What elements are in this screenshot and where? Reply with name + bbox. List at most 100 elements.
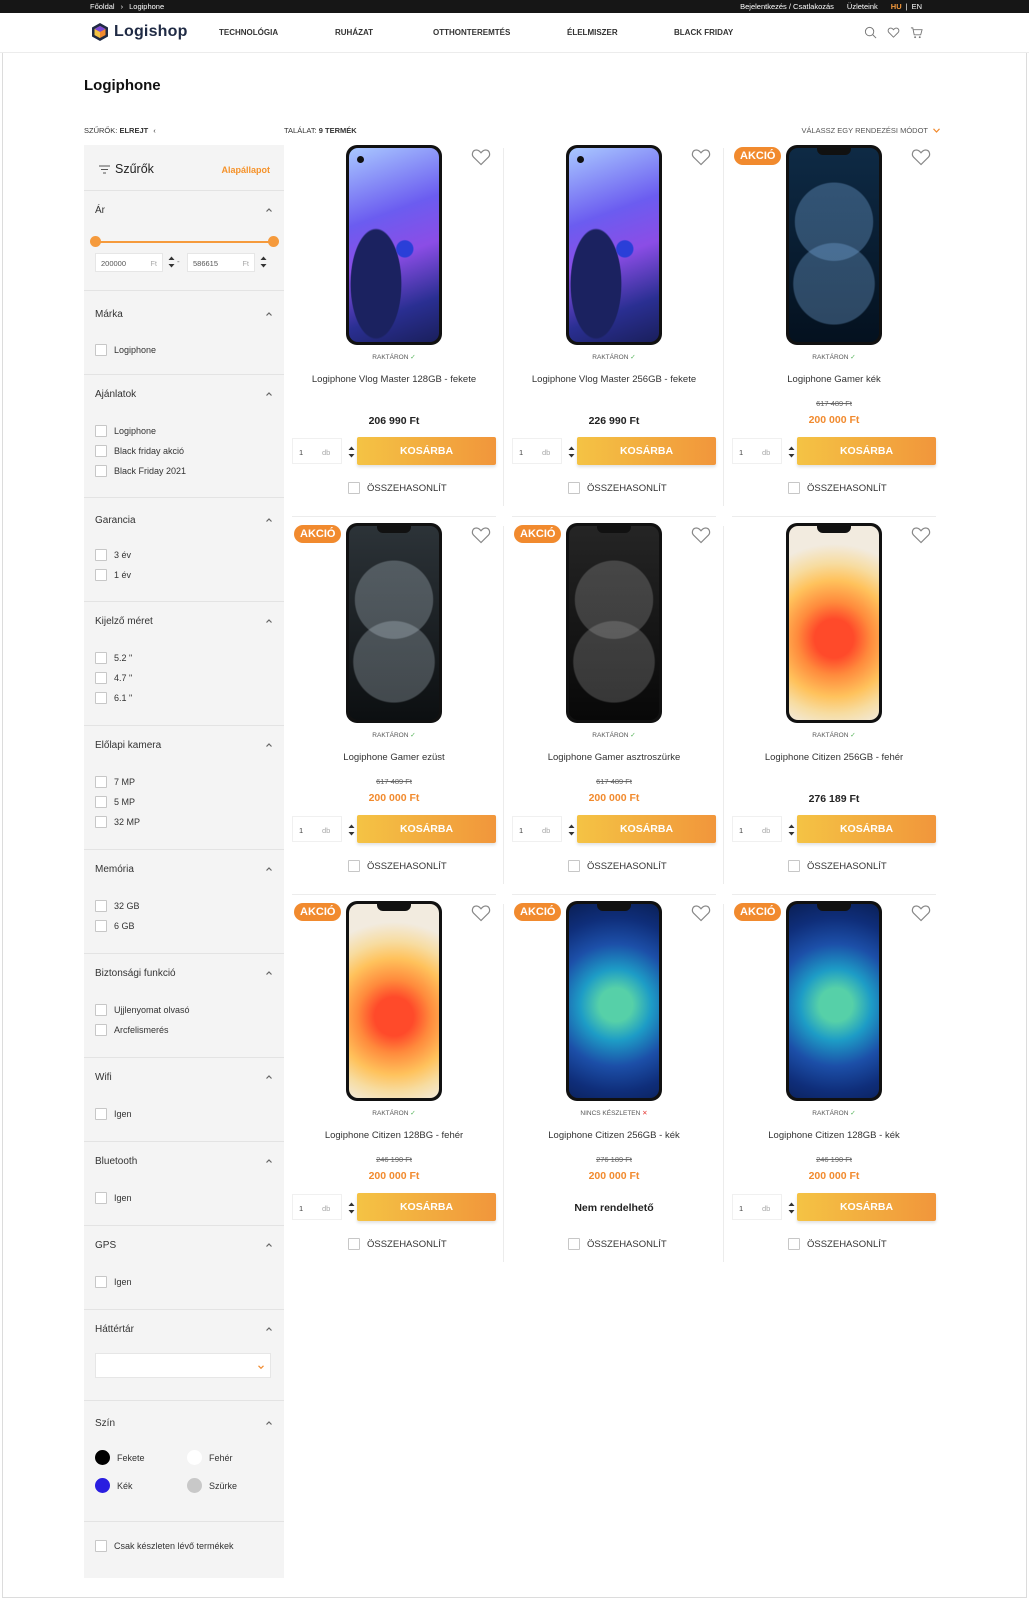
checkbox[interactable] (95, 1540, 107, 1552)
checkbox[interactable] (95, 549, 107, 561)
lang-en[interactable]: EN (912, 2, 922, 11)
price-min-input[interactable]: 200000 Ft (95, 253, 163, 272)
product-image[interactable] (566, 901, 662, 1101)
filter-option[interactable]: 3 év (95, 549, 131, 561)
checkbox[interactable] (788, 1238, 800, 1250)
compare-toggle[interactable]: ÖSSZEHASONLÍT (348, 1238, 447, 1250)
cart-icon[interactable] (910, 26, 923, 39)
heart-icon[interactable] (691, 148, 711, 166)
checkbox[interactable] (95, 692, 107, 704)
filter-option[interactable]: Arcfelismerés (95, 1024, 169, 1036)
breadcrumb-home[interactable]: Főoldal (90, 2, 115, 11)
filter-camera-title[interactable]: Előlapi kamera (95, 740, 161, 751)
quantity-input[interactable]: 1 db (512, 438, 575, 464)
checkbox[interactable] (95, 445, 107, 457)
filter-price-title[interactable]: Ár (95, 205, 105, 216)
checkbox[interactable] (95, 1192, 107, 1204)
quantity-input[interactable]: 1 db (732, 438, 795, 464)
chevron-up-icon[interactable] (265, 865, 273, 873)
filter-color-title[interactable]: Szín (95, 1418, 115, 1429)
heart-icon[interactable] (471, 904, 491, 922)
product-name[interactable]: Logiphone Gamer kék (724, 374, 944, 385)
filter-offers-title[interactable]: Ajánlatok (95, 389, 136, 400)
quantity-input[interactable]: 1 db (292, 816, 355, 842)
checkbox[interactable] (788, 860, 800, 872)
add-to-cart-button[interactable]: KOSÁRBA (797, 1193, 936, 1221)
quantity-input[interactable]: 1 db (732, 816, 795, 842)
product-name[interactable]: Logiphone Citizen 256GB - kék (504, 1130, 724, 1141)
checkbox[interactable] (788, 482, 800, 494)
add-to-cart-button[interactable]: KOSÁRBA (797, 815, 936, 843)
compare-toggle[interactable]: ÖSSZEHASONLÍT (788, 1238, 887, 1250)
product-image[interactable] (346, 523, 442, 723)
product-card[interactable]: AKCIÓ RAKTÁRON ✓ Logiphone Gamer ezüst 6… (284, 516, 504, 895)
chevron-up-icon[interactable] (265, 516, 273, 524)
login-link[interactable]: Bejelentkezés / Csatlakozás (740, 2, 834, 11)
checkbox[interactable] (95, 569, 107, 581)
product-name[interactable]: Logiphone Vlog Master 256GB - fekete (504, 374, 724, 385)
product-image[interactable] (786, 145, 882, 345)
chevron-up-icon[interactable] (265, 1073, 273, 1081)
color-swatch[interactable] (187, 1450, 202, 1465)
chevron-up-icon[interactable] (265, 1419, 273, 1427)
compare-toggle[interactable]: ÖSSZEHASONLÍT (348, 860, 447, 872)
chevron-up-icon[interactable] (265, 1157, 273, 1165)
chevron-up-icon[interactable] (265, 310, 273, 318)
filter-warranty-title[interactable]: Garancia (95, 515, 136, 526)
quantity-stepper-icon[interactable] (568, 446, 575, 458)
sort-select[interactable]: VÁLASSZ EGY RENDEZÉSI MÓDOT (801, 126, 940, 135)
checkbox[interactable] (95, 425, 107, 437)
stores-link[interactable]: Üzleteink (847, 2, 878, 11)
compare-toggle[interactable]: ÖSSZEHASONLÍT (788, 860, 887, 872)
product-image[interactable] (786, 523, 882, 723)
heart-icon[interactable] (887, 26, 900, 39)
color-swatch[interactable] (95, 1450, 110, 1465)
color-option-blue[interactable]: Kék (95, 1478, 133, 1493)
add-to-cart-button[interactable]: KOSÁRBA (577, 437, 716, 465)
product-card[interactable]: AKCIÓ RAKTÁRON ✓ Logiphone Citizen 128GB… (724, 894, 944, 1272)
filter-storage-title[interactable]: Háttértár (95, 1324, 134, 1335)
add-to-cart-button[interactable]: KOSÁRBA (797, 437, 936, 465)
nav-otthonteremtes[interactable]: OTTHONTEREMTÉS (433, 28, 567, 37)
filter-option[interactable]: Igen (95, 1108, 132, 1120)
chevron-up-icon[interactable] (265, 1325, 273, 1333)
in-stock-only-filter[interactable]: Csak készleten lévő termékek (95, 1540, 234, 1552)
checkbox[interactable] (95, 1276, 107, 1288)
checkbox[interactable] (568, 860, 580, 872)
search-icon[interactable] (864, 26, 877, 39)
quantity-stepper-icon[interactable] (788, 446, 795, 458)
compare-toggle[interactable]: ÖSSZEHASONLÍT (788, 482, 887, 494)
checkbox[interactable] (348, 860, 360, 872)
filter-option[interactable]: 1 év (95, 569, 131, 581)
product-card[interactable]: AKCIÓ NINCS KÉSZLETEN ✕ Logiphone Citize… (504, 894, 724, 1272)
product-image[interactable] (346, 901, 442, 1101)
color-option-white[interactable]: Fehér (187, 1450, 233, 1465)
compare-toggle[interactable]: ÖSSZEHASONLÍT (568, 860, 667, 872)
product-name[interactable]: Logiphone Citizen 128BG - fehér (284, 1130, 504, 1141)
checkbox[interactable] (95, 344, 107, 356)
price-max-input[interactable]: 586615 Ft (187, 253, 255, 272)
heart-icon[interactable] (911, 148, 931, 166)
filters-toggle[interactable]: SZŰRŐK: ELREJT ‹ (84, 126, 156, 135)
reset-filters-button[interactable]: Alapállapot (221, 165, 270, 175)
product-card[interactable]: RAKTÁRON ✓ Logiphone Vlog Master 128GB -… (284, 138, 504, 517)
checkbox[interactable] (568, 482, 580, 494)
filter-option[interactable]: Igen (95, 1192, 132, 1204)
filter-option[interactable]: 4.7 " (95, 672, 132, 684)
price-range-slider[interactable] (90, 236, 279, 247)
checkbox[interactable] (95, 776, 107, 788)
product-name[interactable]: Logiphone Citizen 256GB - fehér (724, 752, 944, 763)
chevron-up-icon[interactable] (265, 390, 273, 398)
filter-option[interactable]: 32 GB (95, 900, 140, 912)
quantity-input[interactable]: 1 db (732, 1194, 795, 1220)
heart-icon[interactable] (911, 526, 931, 544)
color-swatch[interactable] (187, 1478, 202, 1493)
filter-option[interactable]: Black Friday 2021 (95, 465, 186, 477)
heart-icon[interactable] (691, 904, 711, 922)
quantity-input[interactable]: 1 db (292, 1194, 355, 1220)
compare-toggle[interactable]: ÖSSZEHASONLÍT (568, 482, 667, 494)
filter-option[interactable]: Black friday akció (95, 445, 184, 457)
quantity-stepper-icon[interactable] (788, 824, 795, 836)
nav-technologia[interactable]: TECHNOLÓGIA (219, 28, 335, 37)
filter-option[interactable]: 6 GB (95, 920, 135, 932)
